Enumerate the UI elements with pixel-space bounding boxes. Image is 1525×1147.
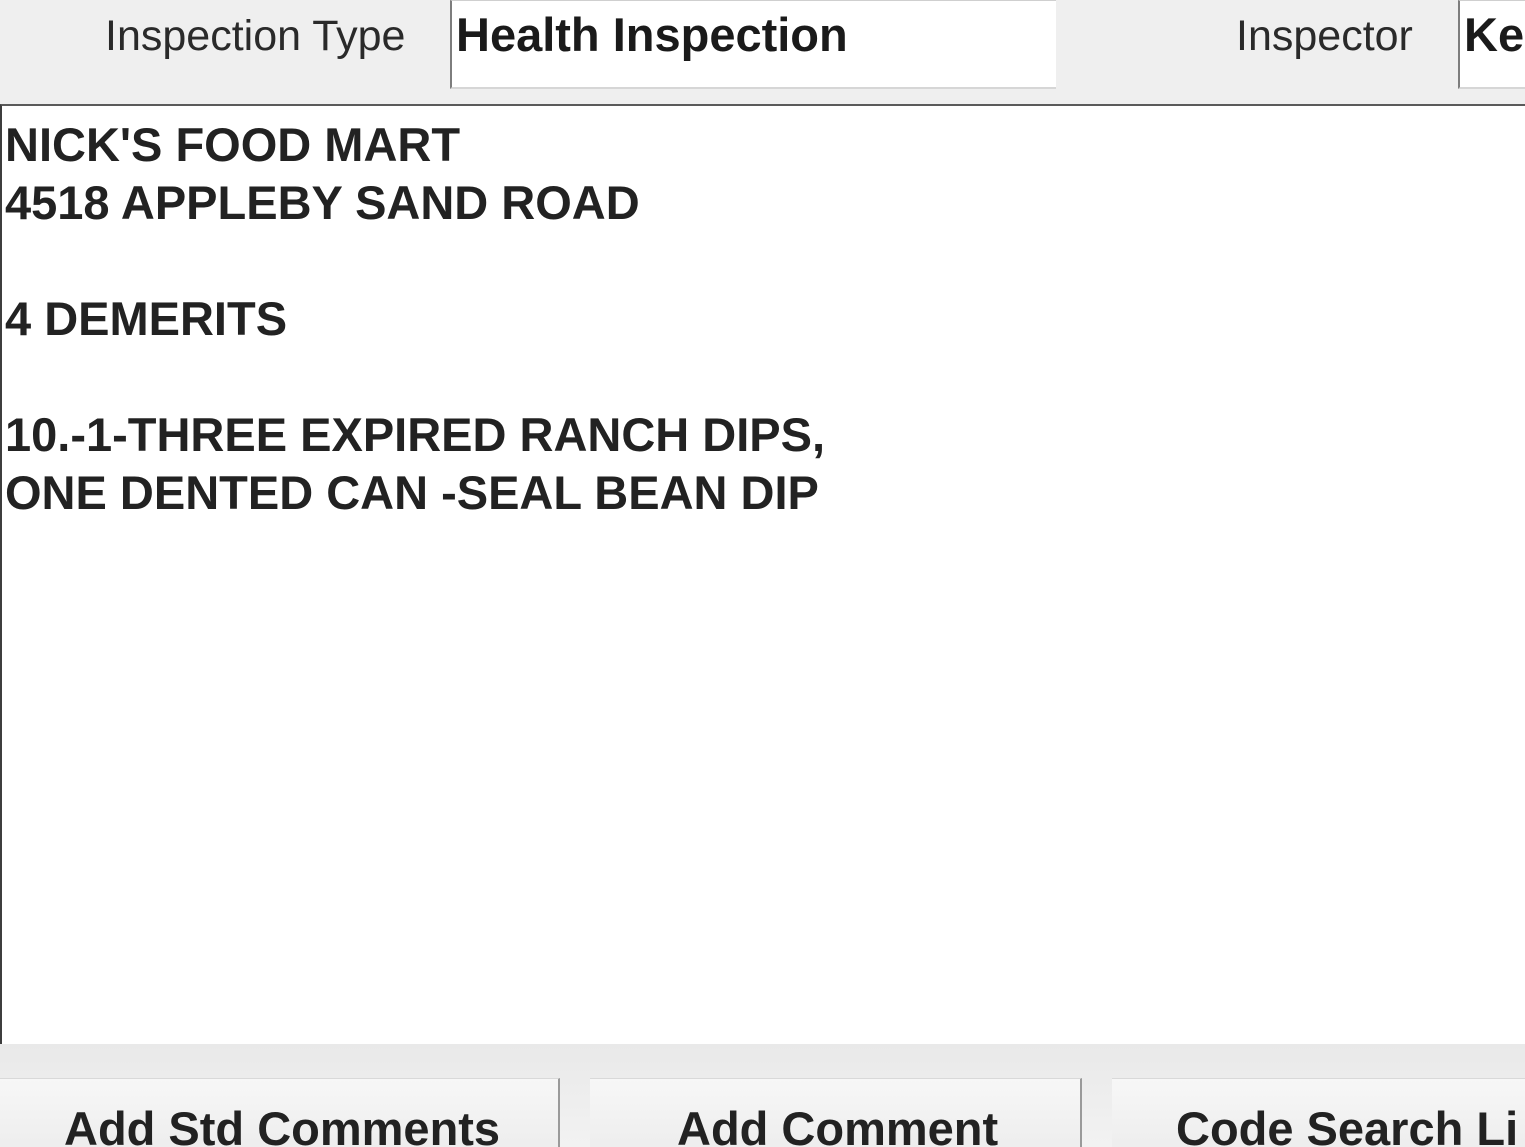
comment-line-blank — [5, 232, 1525, 290]
add-comment-button[interactable]: Add Comment — [590, 1078, 1082, 1147]
inspection-type-value: Health Inspection — [456, 8, 848, 61]
inspection-comments-screen: Inspection Type Health Inspection Inspec… — [0, 0, 1525, 1147]
code-search-label: Code Search Li — [1176, 1102, 1519, 1147]
comment-text-area[interactable]: NICK'S FOOD MART 4518 APPLEBY SAND ROAD … — [0, 104, 1525, 1044]
inspector-field[interactable]: Ke — [1458, 0, 1525, 89]
inspection-type-label: Inspection Type — [105, 12, 406, 60]
comment-line-blank — [5, 348, 1525, 406]
inspector-label: Inspector — [1236, 12, 1413, 60]
comment-line-violation: 10.-1-THREE EXPIRED RANCH DIPS, — [5, 408, 826, 461]
add-std-comments-label: Add Std Comments — [64, 1102, 501, 1147]
button-bar: Add Std Comments Add Comment Code Search… — [0, 1044, 1525, 1147]
header-row: Inspection Type Health Inspection Inspec… — [0, 0, 1525, 100]
comment-line-violation-detail: ONE DENTED CAN -SEAL BEAN DIP — [5, 466, 819, 519]
comment-line-address: 4518 APPLEBY SAND ROAD — [5, 176, 640, 229]
add-comment-label: Add Comment — [677, 1102, 999, 1147]
inspection-type-field[interactable]: Health Inspection — [450, 0, 1056, 89]
inspector-value: Ke — [1464, 8, 1525, 61]
comment-line-demerits: 4 DEMERITS — [5, 292, 288, 345]
add-std-comments-button[interactable]: Add Std Comments — [0, 1078, 560, 1147]
code-search-button[interactable]: Code Search Li — [1112, 1078, 1525, 1147]
comment-line-business-name: NICK'S FOOD MART — [5, 118, 461, 171]
